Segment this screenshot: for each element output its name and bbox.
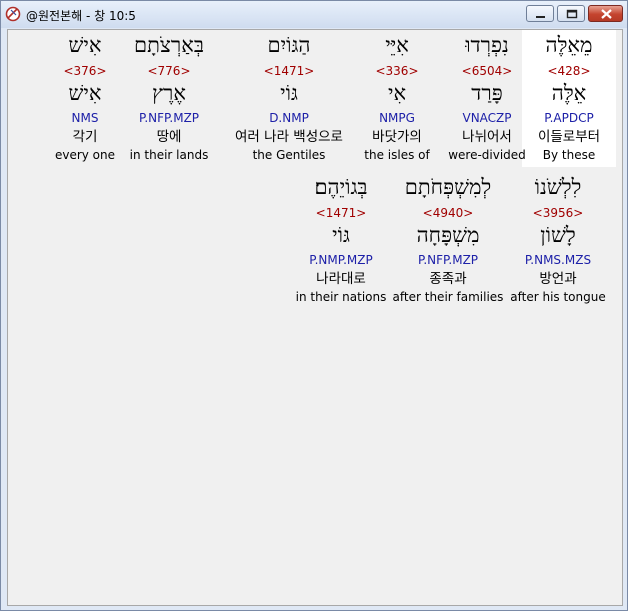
morph-code: NMPG <box>379 111 415 125</box>
korean-gloss: 나뉘어서 <box>462 129 512 145</box>
korean-gloss: 이들로부터 <box>537 129 601 145</box>
hebrew-word: בְּגוֹיֵהֶם׃ <box>314 175 368 199</box>
hebrew-word: לְמִשְׁפְּחֹתָם <box>404 175 492 199</box>
english-gloss: the isles of <box>364 148 430 162</box>
hebrew-word: מֵאֵלֶּה <box>545 33 593 57</box>
korean-gloss: 각기 <box>72 129 98 145</box>
hebrew-lemma: אִי <box>387 81 407 105</box>
minimize-button[interactable] <box>526 5 554 22</box>
english-gloss: the Gentiles <box>252 148 326 162</box>
hebrew-lemma: גּוֹי <box>280 81 298 105</box>
strong-number[interactable]: <776> <box>122 64 216 78</box>
word-cell-6[interactable]: אִישׁ <376> אִישׁ NMS 각기 every one <box>40 30 130 167</box>
close-icon <box>601 9 612 19</box>
hebrew-lemma: לָשׁוֹן <box>540 223 576 247</box>
hebrew-word: לִלְשֹׁנוֹ <box>534 175 582 199</box>
korean-gloss: 바닷가의 <box>372 129 422 145</box>
english-gloss: after their families <box>392 290 504 304</box>
english-gloss: in their nations <box>295 290 387 304</box>
morph-code: P.APDCP <box>544 111 594 125</box>
korean-gloss: 나라대로 <box>316 271 366 287</box>
korean-gloss: 땅에 <box>156 129 182 145</box>
hebrew-word: אִישׁ <box>68 33 102 57</box>
strong-number[interactable]: <336> <box>350 64 444 78</box>
english-gloss: in their lands <box>129 148 209 162</box>
morph-code: NMS <box>71 111 99 125</box>
hebrew-lemma: פָּרַד <box>471 81 503 105</box>
word-cell-2[interactable]: נִפְרְדוּ <6504> פָּרַד VNACZP 나뉘어서 were… <box>440 30 534 167</box>
english-gloss: By these <box>542 148 596 162</box>
hebrew-lemma: אִישׁ <box>68 81 102 105</box>
strong-number[interactable]: <1471> <box>222 64 356 78</box>
hebrew-lemma: גּוֹי <box>332 223 350 247</box>
morph-code: P.NFP.MZP <box>138 111 200 125</box>
strong-number[interactable]: <3956> <box>508 206 608 220</box>
english-gloss: every one <box>54 148 116 162</box>
word-cell-8[interactable]: לְמִשְׁפְּחֹתָם <4940> מִשְׁפָּחָה P.NFP… <box>392 172 504 309</box>
morph-code: D.NMP <box>269 111 309 125</box>
word-cell-5[interactable]: בְּאַרְצֹתָם <776> אֶרֶץ P.NFP.MZP 땅에 in… <box>122 30 216 167</box>
strong-number[interactable]: <6504> <box>440 64 534 78</box>
word-cell-7[interactable]: לִלְשֹׁנוֹ <3956> לָשׁוֹן P.NMS.MZS 방언과 … <box>508 172 608 309</box>
strong-number[interactable]: <4940> <box>392 206 504 220</box>
hebrew-word: אִיֵּי <box>385 33 409 57</box>
hebrew-lemma: אֵלֶּה <box>551 81 587 105</box>
hebrew-word: בְּאַרְצֹתָם <box>134 33 204 57</box>
morph-code: VNACZP <box>462 111 512 125</box>
strong-number[interactable]: <428> <box>522 64 616 78</box>
title-bar[interactable]: @원전본해 - 창 10:5 <box>1 1 627 28</box>
interlinear-view[interactable]: מֵאֵלֶּה <428> אֵלֶּה P.APDCP 이들로부터 By t… <box>7 29 623 606</box>
minimize-icon <box>536 16 545 18</box>
english-gloss: after his tongue <box>510 290 606 304</box>
app-logo-icon[interactable] <box>5 6 21 22</box>
close-button[interactable] <box>588 5 623 22</box>
hebrew-lemma: אֶרֶץ <box>152 81 186 105</box>
korean-gloss: 여러 나라 백성으로 <box>235 129 343 145</box>
word-cell-3[interactable]: אִיֵּי <336> אִי NMPG 바닷가의 the isles of <box>350 30 444 167</box>
word-cell-9[interactable]: בְּגוֹיֵהֶם׃ <1471> גּוֹי P.NMP.MZP 나라대로… <box>290 172 392 309</box>
morph-code: P.NFP.MZP <box>417 253 479 267</box>
hebrew-word: נִפְרְדוּ <box>465 33 509 57</box>
hebrew-lemma: מִשְׁפָּחָה <box>416 223 480 247</box>
maximize-button[interactable] <box>557 5 585 22</box>
app-window: @원전본해 - 창 10:5 מֵאֵלֶּה <428> אֵלֶּה P.A… <box>0 0 628 611</box>
maximize-icon <box>566 9 578 19</box>
morph-code: P.NMP.MZP <box>309 253 373 267</box>
english-gloss: were-divided <box>448 148 526 162</box>
morph-code: P.NMS.MZS <box>524 253 592 267</box>
word-cell-4[interactable]: הַגּוֹיִם <1471> גּוֹי D.NMP 여러 나라 백성으로 … <box>222 30 356 167</box>
hebrew-word: הַגּוֹיִם <box>267 33 311 57</box>
korean-gloss: 방언과 <box>539 271 577 287</box>
window-title: @원전본해 - 창 10:5 <box>26 9 136 23</box>
korean-gloss: 종족과 <box>429 271 467 287</box>
strong-number[interactable]: <376> <box>40 64 130 78</box>
strong-number[interactable]: <1471> <box>290 206 392 220</box>
word-cell-1[interactable]: מֵאֵלֶּה <428> אֵלֶּה P.APDCP 이들로부터 By t… <box>522 30 616 167</box>
